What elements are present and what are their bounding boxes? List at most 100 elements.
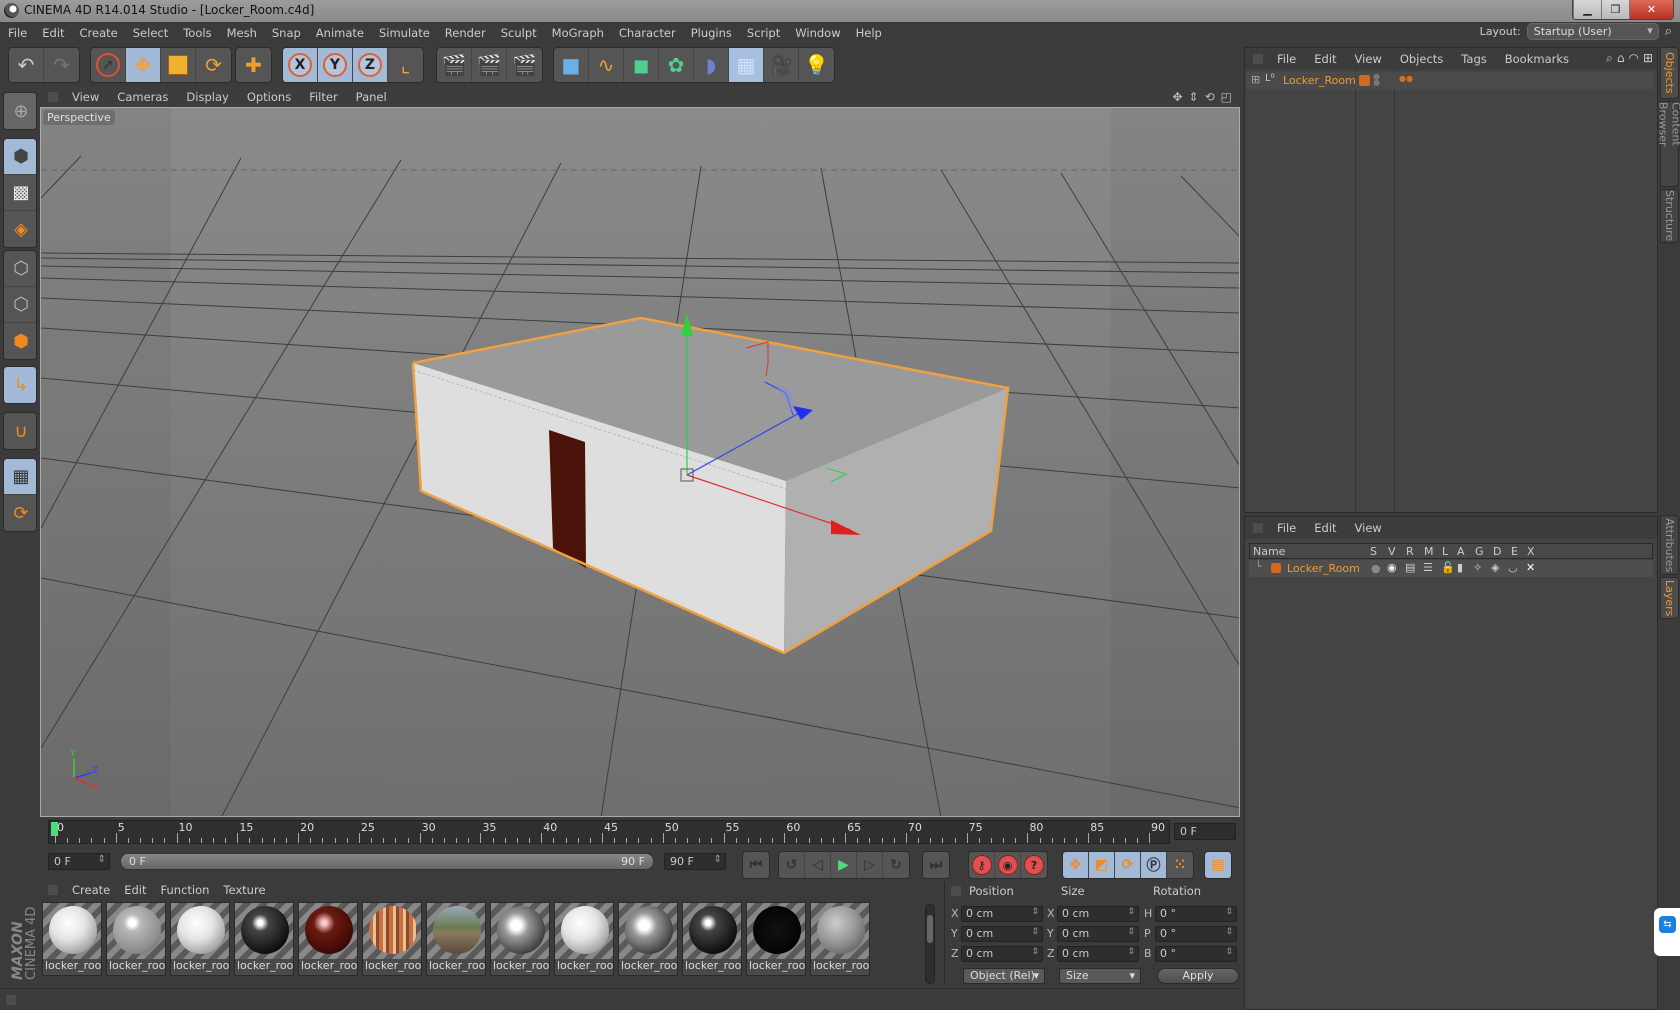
size-z-field[interactable]: 0 cm bbox=[1057, 946, 1139, 962]
deformer-icon[interactable]: ◗ bbox=[694, 48, 729, 82]
redo-icon[interactable]: ↷ bbox=[44, 48, 79, 82]
viewport-menu-display[interactable]: Display bbox=[186, 90, 228, 104]
visibility-dots-icon[interactable]: ● ● bbox=[1373, 73, 1380, 87]
object-row[interactable]: ⊞ L⁰ Locker_Room ● ● ●● bbox=[1247, 72, 1653, 90]
make-editable-icon[interactable]: ⊕ bbox=[4, 93, 36, 129]
current-frame-field[interactable]: 0 F bbox=[1174, 823, 1236, 840]
column-locked[interactable]: L bbox=[1442, 545, 1448, 558]
position-x-field[interactable]: 0 cm bbox=[961, 906, 1043, 922]
size-x-field[interactable]: 0 cm bbox=[1057, 906, 1139, 922]
start-frame-field[interactable]: 0 F bbox=[48, 853, 110, 870]
next-key-icon[interactable]: ↻ bbox=[883, 852, 909, 878]
menu-file[interactable]: File bbox=[8, 26, 27, 40]
column-deformers[interactable]: D bbox=[1493, 545, 1501, 558]
tab-attributes[interactable]: Attributes bbox=[1660, 515, 1679, 575]
tab-content-browser[interactable]: Content Browser bbox=[1657, 101, 1680, 187]
xrefs-toggle-icon[interactable]: ✕ bbox=[1526, 561, 1535, 574]
end-frame-field[interactable]: 90 F bbox=[664, 853, 726, 870]
camera-icon[interactable]: 🎥 bbox=[764, 48, 799, 82]
panel-grip[interactable] bbox=[1253, 54, 1263, 64]
timeline-ruler[interactable]: 0 5 10 15 20 25 30 35 40 45 50 55 60 65 70 75 80 85 90 bbox=[48, 820, 1170, 844]
menu-character[interactable]: Character bbox=[619, 26, 676, 40]
column-name[interactable]: Name bbox=[1253, 545, 1285, 558]
home-icon[interactable]: ⌂ bbox=[1617, 51, 1625, 66]
column-render[interactable]: R bbox=[1406, 545, 1414, 558]
material-swatch[interactable]: locker_roo bbox=[682, 902, 742, 976]
material-swatch[interactable]: locker_roo bbox=[746, 902, 806, 976]
panel-grip[interactable] bbox=[1253, 523, 1263, 533]
coordinate-system-icon[interactable]: ⌞ bbox=[388, 48, 423, 82]
layer-color-swatch[interactable] bbox=[1271, 563, 1281, 573]
menu-script[interactable]: Script bbox=[747, 26, 780, 40]
layer-row[interactable]: └ Locker_Room ● ◉ ▤ ☰ 🔓 ▮ ✧ ◈ ◡ ✕ bbox=[1249, 560, 1653, 577]
model-mode-icon[interactable]: ⬢ bbox=[4, 139, 36, 175]
size-y-field[interactable]: 0 cm bbox=[1057, 926, 1139, 942]
camera-label[interactable]: Perspective bbox=[43, 110, 115, 125]
menu-mesh[interactable]: Mesh bbox=[227, 26, 257, 40]
material-menu-create[interactable]: Create bbox=[72, 883, 110, 897]
column-generators[interactable]: G bbox=[1475, 545, 1484, 558]
visibility-icon[interactable]: ◠ bbox=[1628, 51, 1638, 66]
material-swatch[interactable]: locker_roo bbox=[42, 902, 102, 976]
move-icon[interactable]: ✥ bbox=[126, 48, 161, 82]
axis-mode-icon[interactable]: ↳ bbox=[4, 367, 36, 403]
viewport-menu-cameras[interactable]: Cameras bbox=[117, 90, 168, 104]
column-solo[interactable]: S bbox=[1370, 545, 1377, 558]
column-animation[interactable]: A bbox=[1457, 545, 1465, 558]
animation-toggle-icon[interactable]: ▮ bbox=[1457, 561, 1463, 574]
coordinate-mode-dropdown[interactable]: Object (Rel) bbox=[963, 968, 1045, 984]
key-scale-icon[interactable]: ◩ bbox=[1089, 852, 1115, 878]
column-view[interactable]: V bbox=[1388, 545, 1396, 558]
preview-range-slider[interactable]: 0 F 90 F bbox=[120, 853, 654, 870]
live-selection-icon[interactable]: ➚ bbox=[91, 48, 126, 82]
viewport-menu-filter[interactable]: Filter bbox=[309, 90, 337, 104]
x-axis-lock-icon[interactable]: X bbox=[283, 48, 318, 82]
column-manager[interactable]: M bbox=[1424, 545, 1434, 558]
material-tag-icon[interactable]: ●● bbox=[1399, 74, 1413, 83]
column-xrefs[interactable]: X bbox=[1527, 545, 1535, 558]
rotation-p-field[interactable]: 0 ° bbox=[1155, 926, 1237, 942]
deformers-toggle-icon[interactable]: ◈ bbox=[1491, 561, 1499, 574]
render-toggle-icon[interactable]: ▤ bbox=[1405, 561, 1415, 574]
material-scrollbar[interactable] bbox=[925, 904, 935, 984]
orbit-icon[interactable]: ⟲ bbox=[1205, 90, 1215, 104]
panel-grip[interactable] bbox=[48, 92, 58, 102]
size-mode-dropdown[interactable]: Size bbox=[1059, 968, 1141, 984]
cube-object-icon[interactable]: ■ bbox=[554, 48, 589, 82]
panel-grip[interactable] bbox=[48, 885, 58, 895]
render-settings-icon[interactable]: 🎬 bbox=[507, 48, 542, 82]
layout-dropdown[interactable]: Startup (User) bbox=[1526, 23, 1659, 40]
rotation-b-field[interactable]: 0 ° bbox=[1155, 946, 1237, 962]
search-icon[interactable]: ⌕ bbox=[1606, 51, 1613, 66]
menu-select[interactable]: Select bbox=[133, 26, 168, 40]
keyframe-selection-icon[interactable]: ? bbox=[1021, 852, 1047, 878]
lock-toggle-icon[interactable]: 🔓 bbox=[1441, 561, 1455, 574]
material-swatch[interactable]: locker_roo bbox=[298, 902, 358, 976]
expand-icon[interactable]: ⊞ bbox=[1251, 73, 1260, 86]
material-menu-texture[interactable]: Texture bbox=[223, 883, 265, 897]
material-swatch[interactable]: locker_roo bbox=[490, 902, 550, 976]
position-y-field[interactable]: 0 cm bbox=[961, 926, 1043, 942]
expressions-toggle-icon[interactable]: ◡ bbox=[1508, 561, 1518, 574]
last-tool-icon[interactable]: ✚ bbox=[236, 48, 271, 82]
menu-snap[interactable]: Snap bbox=[272, 26, 301, 40]
rotate-icon[interactable]: ⟳ bbox=[196, 48, 231, 82]
view-toggle-icon[interactable]: ◉ bbox=[1387, 561, 1397, 574]
objects-menu-bookmarks[interactable]: Bookmarks bbox=[1505, 52, 1569, 66]
workplane-align-icon[interactable]: ⟳ bbox=[4, 495, 36, 531]
viewport-menu-options[interactable]: Options bbox=[247, 90, 291, 104]
layers-menu-edit[interactable]: Edit bbox=[1314, 521, 1336, 535]
autokey-icon[interactable]: ◉ bbox=[995, 852, 1021, 878]
close-button[interactable]: ✕ bbox=[1629, 0, 1673, 19]
spline-pen-icon[interactable]: ∿ bbox=[589, 48, 624, 82]
layer-color-swatch[interactable] bbox=[1359, 75, 1370, 86]
light-icon[interactable]: 💡 bbox=[799, 48, 834, 82]
new-window-icon[interactable]: ⊞ bbox=[1643, 51, 1653, 66]
generators-toggle-icon[interactable]: ✧ bbox=[1473, 561, 1482, 574]
render-view-icon[interactable]: 🎬 bbox=[437, 48, 472, 82]
pan-icon[interactable]: ✥ bbox=[1172, 90, 1182, 104]
material-swatch[interactable]: locker_roo bbox=[234, 902, 294, 976]
polygons-mode-icon[interactable]: ⬢ bbox=[4, 323, 36, 359]
next-frame-icon[interactable]: ▷ bbox=[857, 852, 883, 878]
play-icon[interactable]: ▶ bbox=[831, 852, 857, 878]
